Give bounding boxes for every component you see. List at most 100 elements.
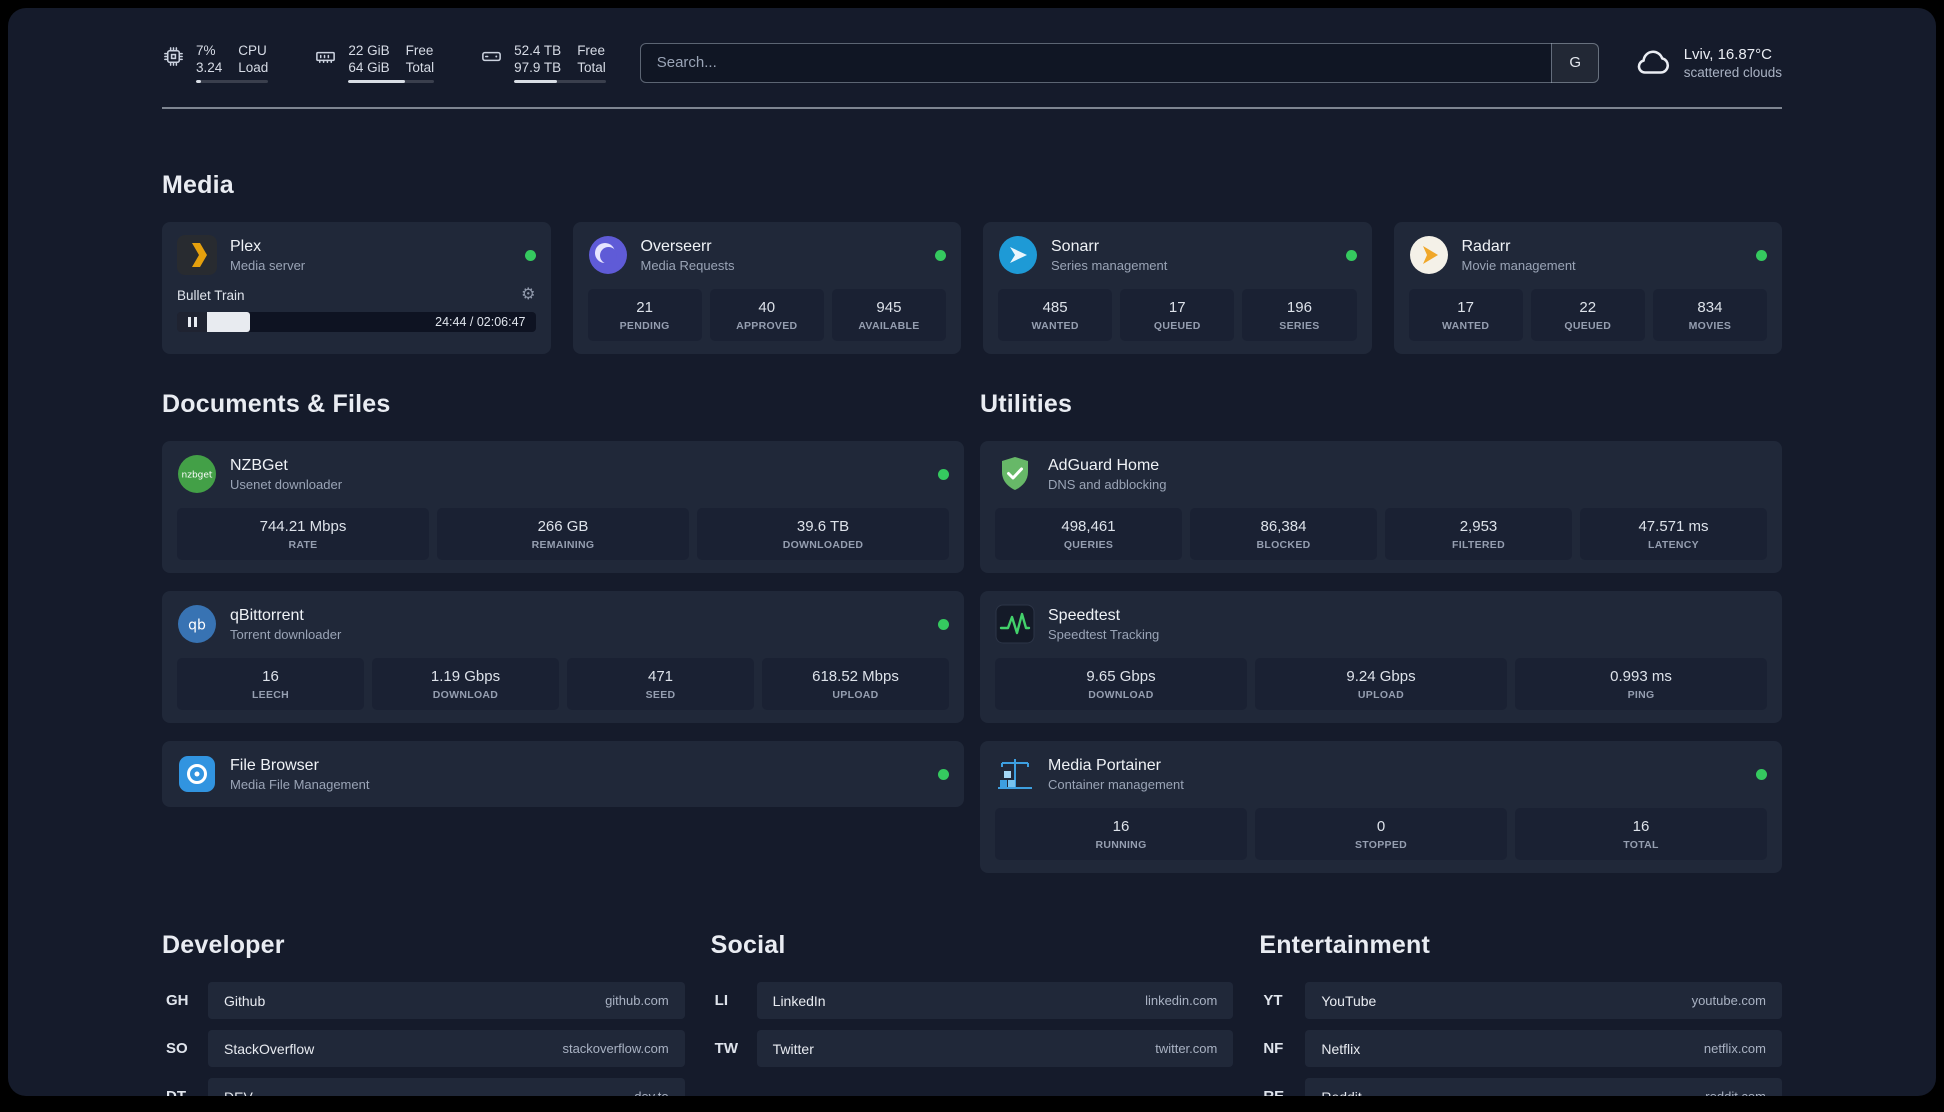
topbar-divider (162, 107, 1782, 109)
service-card-nzbget[interactable]: nzbget NZBGet Usenet downloader 744.21 M… (162, 441, 964, 573)
bookmark-link-youtube[interactable]: YouTube youtube.com (1305, 982, 1782, 1019)
service-card-speedtest[interactable]: Speedtest Speedtest Tracking 9.65 Gbps D… (980, 591, 1782, 723)
stat-label: QUERIES (1063, 539, 1114, 551)
weather-condition: scattered clouds (1683, 64, 1782, 80)
service-desc: Series management (1051, 258, 1168, 273)
bookmark-abbr: LI (714, 992, 728, 1009)
search-input[interactable] (639, 42, 1599, 83)
cpu-usage-bar (196, 80, 269, 83)
playback-progress-bar[interactable]: 24:44 / 02:06:47 (177, 312, 536, 332)
stat-label: QUEUED (1564, 320, 1612, 332)
service-name: File Browser (230, 757, 319, 774)
bookmark-link-reddit[interactable]: Reddit reddit.com (1305, 1078, 1782, 1096)
service-desc: Media File Management (230, 777, 370, 792)
stat-label: BLOCKED (1256, 539, 1311, 551)
bookmark-link-github[interactable]: Github github.com (208, 982, 685, 1019)
service-card-radarr[interactable]: Radarr Movie management 17 WANTED 22 QUE… (1393, 222, 1782, 354)
bookmark-url: twitter.com (1155, 1041, 1218, 1056)
bookmark-url: github.com (605, 993, 669, 1008)
stat-tile: 485 WANTED (998, 289, 1113, 341)
bookmark-abbr: SO (166, 1040, 188, 1057)
cloud-icon (1633, 44, 1671, 82)
service-card-portainer[interactable]: Media Portainer Container management 16 … (980, 741, 1782, 873)
stat-label: LATENCY (1648, 539, 1699, 551)
stat-value: 945 (876, 299, 902, 316)
bookmark-name: YouTube (1321, 992, 1377, 1009)
adguard-icon (995, 454, 1035, 494)
stat-value: 618.52 Mbps (812, 668, 899, 685)
section-title-developer: Developer (162, 931, 285, 959)
top-bar: 7% 3.24 CPU Load 22 GiB 64 GiB Free Tota… (162, 42, 1782, 83)
bookmark-name: Twitter (772, 1040, 814, 1057)
bookmark-link-dev[interactable]: DEV dev.to (208, 1078, 685, 1096)
disk-free: 52.4 TB (514, 43, 562, 58)
bookmark-link-linkedin[interactable]: LinkedIn linkedin.com (756, 982, 1234, 1019)
gear-icon[interactable]: ⚙ (521, 287, 535, 303)
stat-label: REMAINING (531, 539, 595, 551)
stat-value: 1.19 Gbps (430, 668, 501, 685)
bookmark-url: linkedin.com (1145, 993, 1218, 1008)
disk-label-bottom: Total (577, 60, 606, 75)
service-card-plex[interactable]: Plex Media server Bullet Train ⚙ 24:44 /… (162, 222, 551, 354)
section-social: Social LI LinkedIn linkedin.com TW Twitt… (711, 931, 1234, 1078)
stat-value: 16 (1112, 818, 1130, 835)
pause-button[interactable] (177, 312, 207, 332)
stat-value: 40 (758, 299, 776, 316)
stat-value: 17 (1168, 299, 1186, 316)
service-desc: DNS and adblocking (1048, 477, 1167, 492)
bookmark-url: youtube.com (1691, 993, 1766, 1008)
service-card-sonarr[interactable]: Sonarr Series management 485 WANTED 17 Q… (983, 222, 1372, 354)
cpu-values: 7% 3.24 (196, 42, 222, 76)
search-provider-button[interactable]: G (1550, 42, 1599, 83)
bookmark-abbr: NF (1263, 1040, 1284, 1057)
bookmark-url: netflix.com (1703, 1041, 1766, 1056)
service-desc: Torrent downloader (230, 627, 342, 642)
stat-value: 86,384 (1260, 518, 1307, 535)
speedtest-icon (995, 604, 1035, 644)
service-desc: Movie management (1461, 258, 1576, 273)
plex-now-playing: Bullet Train ⚙ 24:44 / 02:06:47 (177, 287, 536, 332)
stat-tile: 1.19 Gbps DOWNLOAD (372, 658, 559, 710)
service-card-overseerr[interactable]: Overseerr Media Requests 21 PENDING 40 A… (572, 222, 961, 354)
stat-tile: 21 PENDING (587, 289, 702, 341)
bookmark-link-stackoverflow[interactable]: StackOverflow stackoverflow.com (208, 1030, 685, 1067)
stat-tile: 2,953 FILTERED (1385, 508, 1572, 560)
service-card-adguard[interactable]: AdGuard Home DNS and adblocking 498,461 … (980, 441, 1782, 573)
dashboard-screen: 7% 3.24 CPU Load 22 GiB 64 GiB Free Tota… (8, 8, 1936, 1096)
status-dot (938, 468, 949, 480)
stat-label: PING (1627, 689, 1655, 701)
progress-fill (207, 312, 250, 332)
weather-location: Lviv, 16.87°C (1683, 45, 1772, 63)
service-name: Radarr (1461, 238, 1511, 255)
bookmark-abbr: TW (714, 1040, 738, 1057)
stat-tile: 40 APPROVED (709, 289, 824, 341)
bookmark-name: Reddit (1321, 1089, 1361, 1097)
nzbget-icon: nzbget (177, 454, 217, 494)
memory-free: 22 GiB (348, 43, 390, 58)
service-desc: Speedtest Tracking (1048, 627, 1160, 642)
service-card-qbittorrent[interactable]: qb qBittorrent Torrent downloader 16 LEE… (162, 591, 964, 723)
stat-label: QUEUED (1153, 320, 1201, 332)
stat-value: 9.24 Gbps (1346, 668, 1416, 685)
status-dot (1756, 768, 1767, 780)
section-media: Media Plex Media server Bullet Train ⚙ 2… (162, 171, 1782, 354)
progress-track (207, 312, 425, 332)
now-playing-title: Bullet Train (177, 287, 245, 303)
cpu-labels: CPU Load (238, 42, 268, 76)
service-card-filebrowser[interactable]: File Browser Media File Management (162, 741, 964, 807)
resource-widget-cpu: 7% 3.24 CPU Load (162, 42, 269, 83)
bookmark-link-netflix[interactable]: Netflix netflix.com (1305, 1030, 1782, 1067)
bookmark-row: RE Reddit reddit.com (1259, 1078, 1782, 1096)
resource-widget-disk: 52.4 TB 97.9 TB Free Total (480, 42, 606, 83)
stat-tile: 9.65 Gbps DOWNLOAD (995, 658, 1247, 710)
stat-tile: 17 QUEUED (1120, 289, 1235, 341)
stat-tile: 196 SERIES (1242, 289, 1357, 341)
resource-widget-memory: 22 GiB 64 GiB Free Total (314, 42, 435, 83)
bookmark-link-twitter[interactable]: Twitter twitter.com (756, 1030, 1234, 1067)
portainer-icon (995, 754, 1035, 794)
section-title-media: Media (162, 171, 234, 199)
service-name: AdGuard Home (1048, 457, 1160, 474)
service-name: Speedtest (1048, 607, 1121, 624)
stat-label: TOTAL (1623, 839, 1659, 851)
stat-label: DOWNLOADED (782, 539, 864, 551)
